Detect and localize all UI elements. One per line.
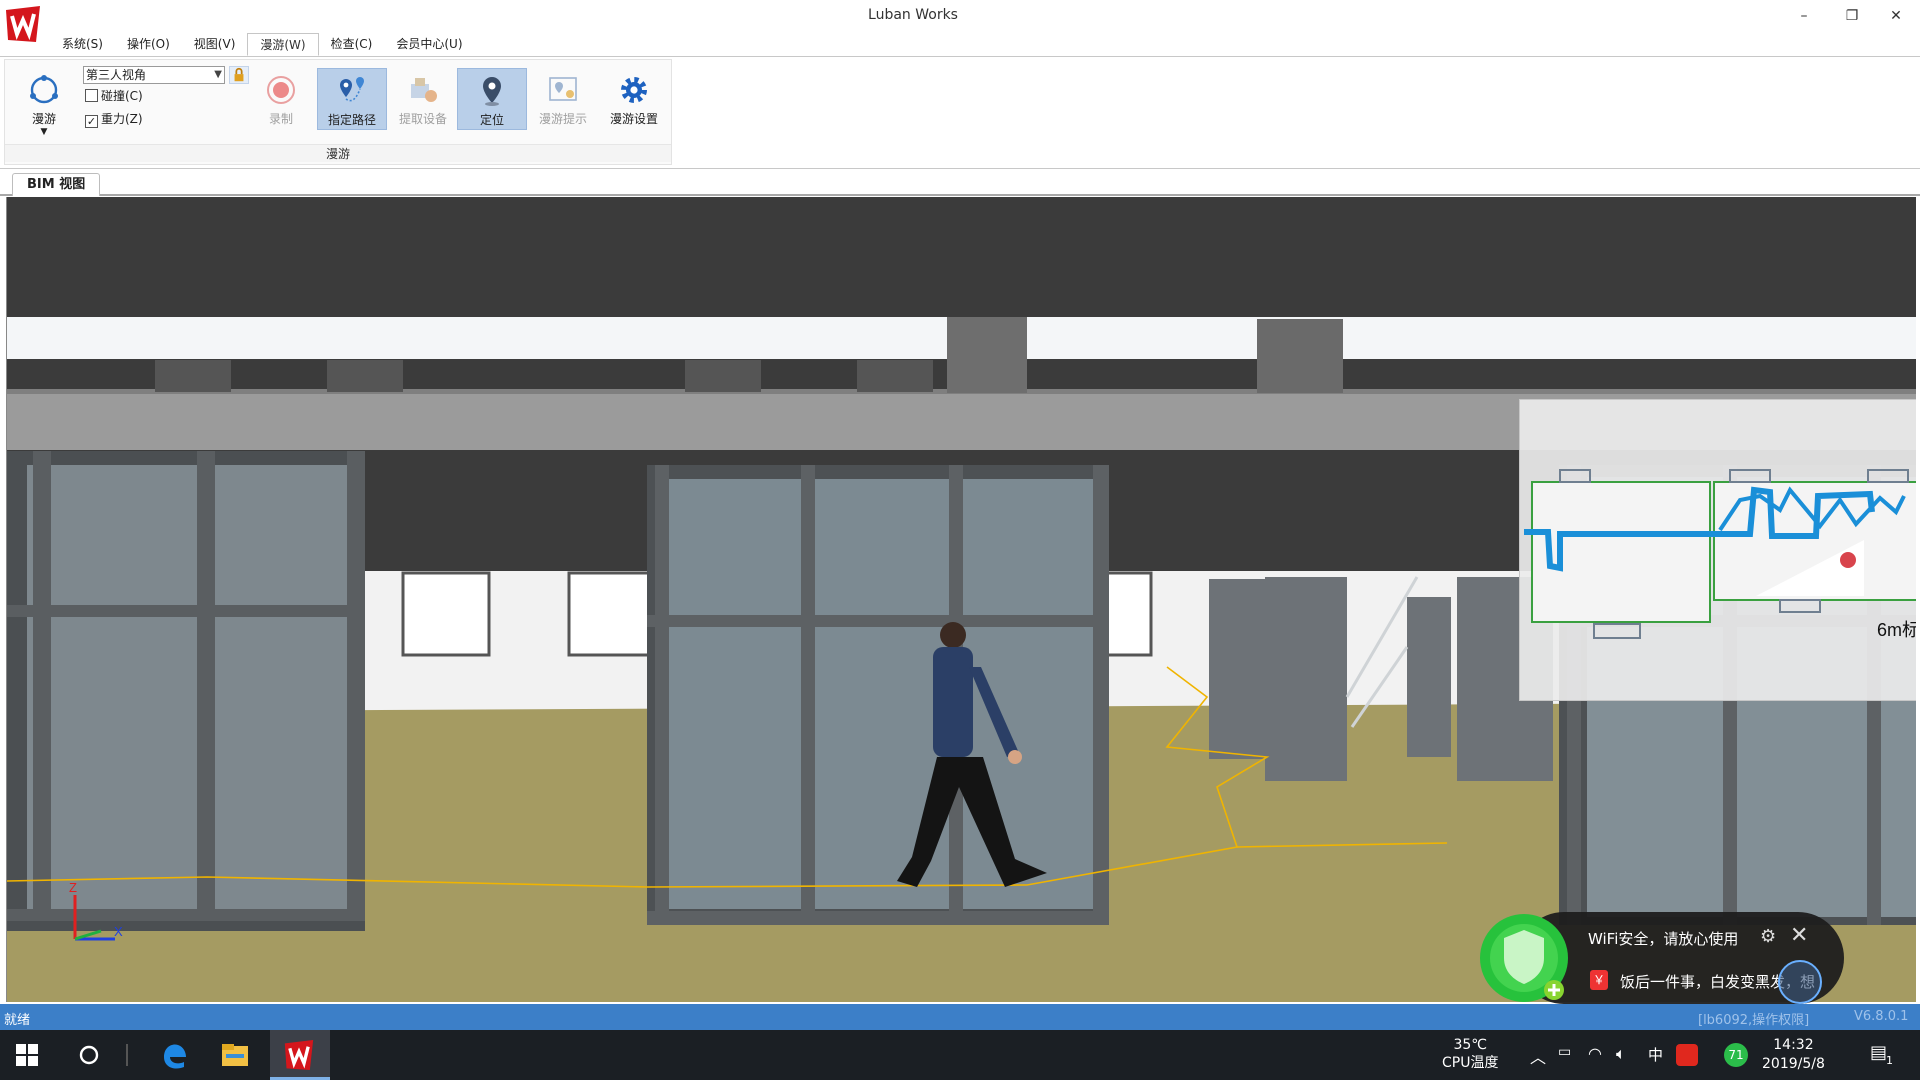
close-button[interactable]: ✕ xyxy=(1878,4,1914,28)
file-explorer-icon[interactable] xyxy=(220,1042,250,1068)
locate-label: 定位 xyxy=(479,113,504,127)
document-tab-strip: BIM 视图 xyxy=(0,170,1920,196)
taskbar-divider xyxy=(126,1044,128,1066)
toast-title: WiFi安全，请放心使用 xyxy=(1588,930,1739,948)
sogou-ime-icon[interactable] xyxy=(1676,1044,1698,1066)
locate-button[interactable]: 定位 xyxy=(457,68,527,130)
roam-settings-button[interactable]: 漫游设置 xyxy=(599,68,669,130)
roam-cycle-icon xyxy=(30,75,58,104)
ribbon-group-roam: 漫游 ▼ 第三人视角 ▼ 碰撞(C) ✓ 重力(Z) 录制 指定路径 提取设备 … xyxy=(4,59,672,165)
cortana-search-icon[interactable] xyxy=(78,1044,100,1066)
wifi-security-toast[interactable]: WiFi安全，请放心使用 ⚙ ✕ ￥ 饭后一件事，白发变黑发，想 xyxy=(1478,912,1844,1004)
volume-icon[interactable]: 🔈︎ xyxy=(1616,1044,1626,1064)
cpu-temp-value: 35℃ xyxy=(1453,1037,1487,1053)
windows-start-icon[interactable] xyxy=(16,1044,38,1066)
gear-icon[interactable]: ⚙ xyxy=(1760,926,1776,947)
gravity-checkbox[interactable]: ✓ 重力(Z) xyxy=(85,111,143,128)
gravity-label: 重力(Z) xyxy=(101,112,143,126)
security-badge-icon[interactable]: 71 xyxy=(1724,1043,1748,1067)
gravity-checkbox-box: ✓ xyxy=(85,115,98,128)
menu-bar: 系统(S) 操作(O) 视图(V) 漫游(W) 检查(C) 会员中心(U) xyxy=(50,33,475,56)
roam-button-label: 漫游 xyxy=(31,112,56,126)
record-label: 录制 xyxy=(268,112,293,126)
status-permission: [lb6092,操作权限] xyxy=(1698,1013,1810,1028)
view-mode-select[interactable]: 第三人视角 ▼ xyxy=(83,66,225,84)
edge-browser-icon[interactable] xyxy=(160,1041,188,1069)
taskbar-luban-app[interactable] xyxy=(270,1030,330,1080)
network-icon[interactable]: ◠ xyxy=(1588,1044,1602,1063)
notification-count: 1 xyxy=(1886,1054,1893,1067)
bim-3d-viewport[interactable]: 6m标 xyxy=(6,197,1916,1002)
roam-button[interactable]: 漫游 ▼ xyxy=(9,68,79,137)
menu-view[interactable]: 视图(V) xyxy=(182,33,248,56)
record-button[interactable]: 录制 xyxy=(252,68,310,130)
ime-indicator[interactable]: 中 xyxy=(1648,1044,1663,1065)
axis-gizmo xyxy=(73,895,115,941)
roam-settings-label: 漫游设置 xyxy=(609,112,658,126)
windows-taskbar: 35℃ CPU温度 ︿ ▭ ◠ 🔈︎ 中 71 14:32 2019/5/8 ▤… xyxy=(0,1030,1920,1080)
window-title: Luban Works xyxy=(868,7,958,23)
minimize-button[interactable]: – xyxy=(1786,4,1822,28)
battery-icon[interactable]: ▭ xyxy=(1558,1044,1571,1060)
ribbon-group-caption: 漫游 xyxy=(5,144,671,162)
specify-path-label: 指定路径 xyxy=(327,113,376,127)
cpu-temp-label: CPU温度 xyxy=(1442,1055,1499,1071)
clock-date: 2019/5/8 xyxy=(1762,1056,1825,1072)
menu-operation[interactable]: 操作(O) xyxy=(115,33,182,56)
system-clock[interactable]: 14:32 2019/5/8 xyxy=(1762,1036,1825,1074)
tab-bim-view[interactable]: BIM 视图 xyxy=(12,173,101,196)
extract-device-button[interactable]: 提取设备 xyxy=(391,68,455,130)
status-version: V6.8.0.1 xyxy=(1854,1009,1909,1024)
title-bar: Luban Works – ❐ ✕ xyxy=(0,0,1920,42)
clock-time: 14:32 xyxy=(1773,1037,1814,1053)
red-envelope-icon: ￥ xyxy=(1590,970,1608,990)
status-bar: 就绪 [lb6092,操作权限] V6.8.0.1 xyxy=(0,1004,1920,1030)
notification-center-icon[interactable]: ▤ xyxy=(1870,1042,1887,1063)
collision-label: 碰撞(C) xyxy=(101,89,143,103)
minimap[interactable]: 6m标 xyxy=(1519,399,1916,701)
chevron-down-icon: ▼ xyxy=(40,127,48,137)
roam-hint-icon xyxy=(549,77,577,101)
minimap-plan xyxy=(1524,469,1916,639)
menu-roam[interactable]: 漫游(W) xyxy=(247,33,319,56)
collision-checkbox-box xyxy=(85,89,98,102)
restore-button[interactable]: ❐ xyxy=(1834,4,1870,28)
close-icon[interactable]: ✕ xyxy=(1790,923,1808,948)
ribbon: 漫游 ▼ 第三人视角 ▼ 碰撞(C) ✓ 重力(Z) 录制 指定路径 提取设备 … xyxy=(0,56,1920,169)
map-pin-icon xyxy=(483,77,501,106)
cpu-temperature[interactable]: 35℃ CPU温度 xyxy=(1442,1036,1498,1072)
shield-icon xyxy=(1480,914,1568,1002)
path-pin-icon xyxy=(340,77,364,102)
status-text: 就绪 xyxy=(4,1013,31,1028)
view-mode-value: 第三人视角 xyxy=(86,68,147,82)
axis-x-label: X xyxy=(114,924,123,939)
extract-device-label: 提取设备 xyxy=(398,112,447,126)
collision-checkbox[interactable]: 碰撞(C) xyxy=(85,88,143,104)
roam-hint-label: 漫游提示 xyxy=(538,112,587,126)
specify-path-button[interactable]: 指定路径 xyxy=(317,68,387,130)
roam-hint-button[interactable]: 漫游提示 xyxy=(531,68,595,130)
menu-check[interactable]: 检查(C) xyxy=(319,33,385,56)
assistant-orb-icon[interactable] xyxy=(1778,960,1822,1004)
select-chevron-icon: ▼ xyxy=(214,69,222,80)
minimap-scale-label: 6m标 xyxy=(1876,620,1916,640)
menu-member-center[interactable]: 会员中心(U) xyxy=(384,33,474,56)
lock-icon[interactable] xyxy=(229,66,249,84)
menu-system[interactable]: 系统(S) xyxy=(50,33,115,56)
luban-taskbar-icon xyxy=(284,1040,314,1070)
tray-chevron-up-icon[interactable]: ︿ xyxy=(1530,1044,1546,1068)
gear-icon xyxy=(621,77,647,103)
extract-device-icon xyxy=(411,78,437,102)
axis-z-label: Z xyxy=(69,880,77,895)
record-icon xyxy=(267,76,295,104)
